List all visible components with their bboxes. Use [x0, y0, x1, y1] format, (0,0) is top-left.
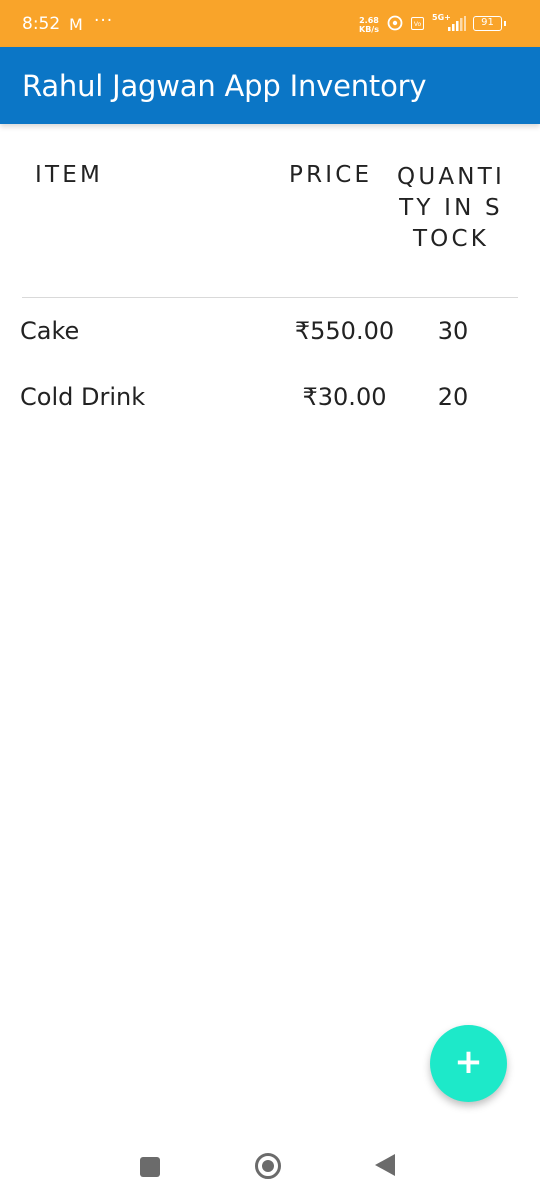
header-price: PRICE [289, 162, 373, 188]
add-item-button[interactable]: + [430, 1025, 507, 1102]
app-bar: Rahul Jagwan App Inventory [0, 47, 540, 124]
system-nav-bar [0, 1125, 540, 1200]
status-bar: 8:52 M ··· 2.68 KB/s Vo 5G+ 91 [0, 0, 540, 47]
row-item-name: Cake [20, 317, 80, 345]
home-circle-icon[interactable] [255, 1153, 281, 1179]
network-speed-unit: KB/s [359, 25, 379, 34]
plus-icon: + [454, 1042, 483, 1082]
signal-icon [448, 16, 466, 31]
page-title: Rahul Jagwan App Inventory [22, 69, 427, 103]
back-triangle-icon[interactable] [375, 1154, 395, 1176]
network-speed: 2.68 KB/s [359, 16, 379, 34]
header-quantity: QUANTITY IN STOCK [397, 164, 505, 252]
hotspot-icon [387, 15, 403, 31]
row-item-quantity: 20 [437, 383, 469, 411]
status-time: 8:52 [22, 14, 61, 34]
more-notifications-icon: ··· [94, 11, 114, 31]
network-speed-value: 2.68 [359, 16, 379, 25]
recents-square-icon[interactable] [140, 1157, 160, 1177]
row-item-name: Cold Drink [20, 383, 146, 411]
header-item: ITEM [35, 162, 104, 188]
volte-icon: Vo [411, 17, 424, 30]
row-item-quantity: 30 [437, 317, 469, 345]
row-item-price: ₹550.00 [294, 317, 395, 345]
header-divider [22, 297, 518, 298]
battery-icon: 91 [473, 16, 506, 31]
gmail-icon: M [69, 15, 83, 34]
row-item-price: ₹30.00 [302, 383, 387, 411]
